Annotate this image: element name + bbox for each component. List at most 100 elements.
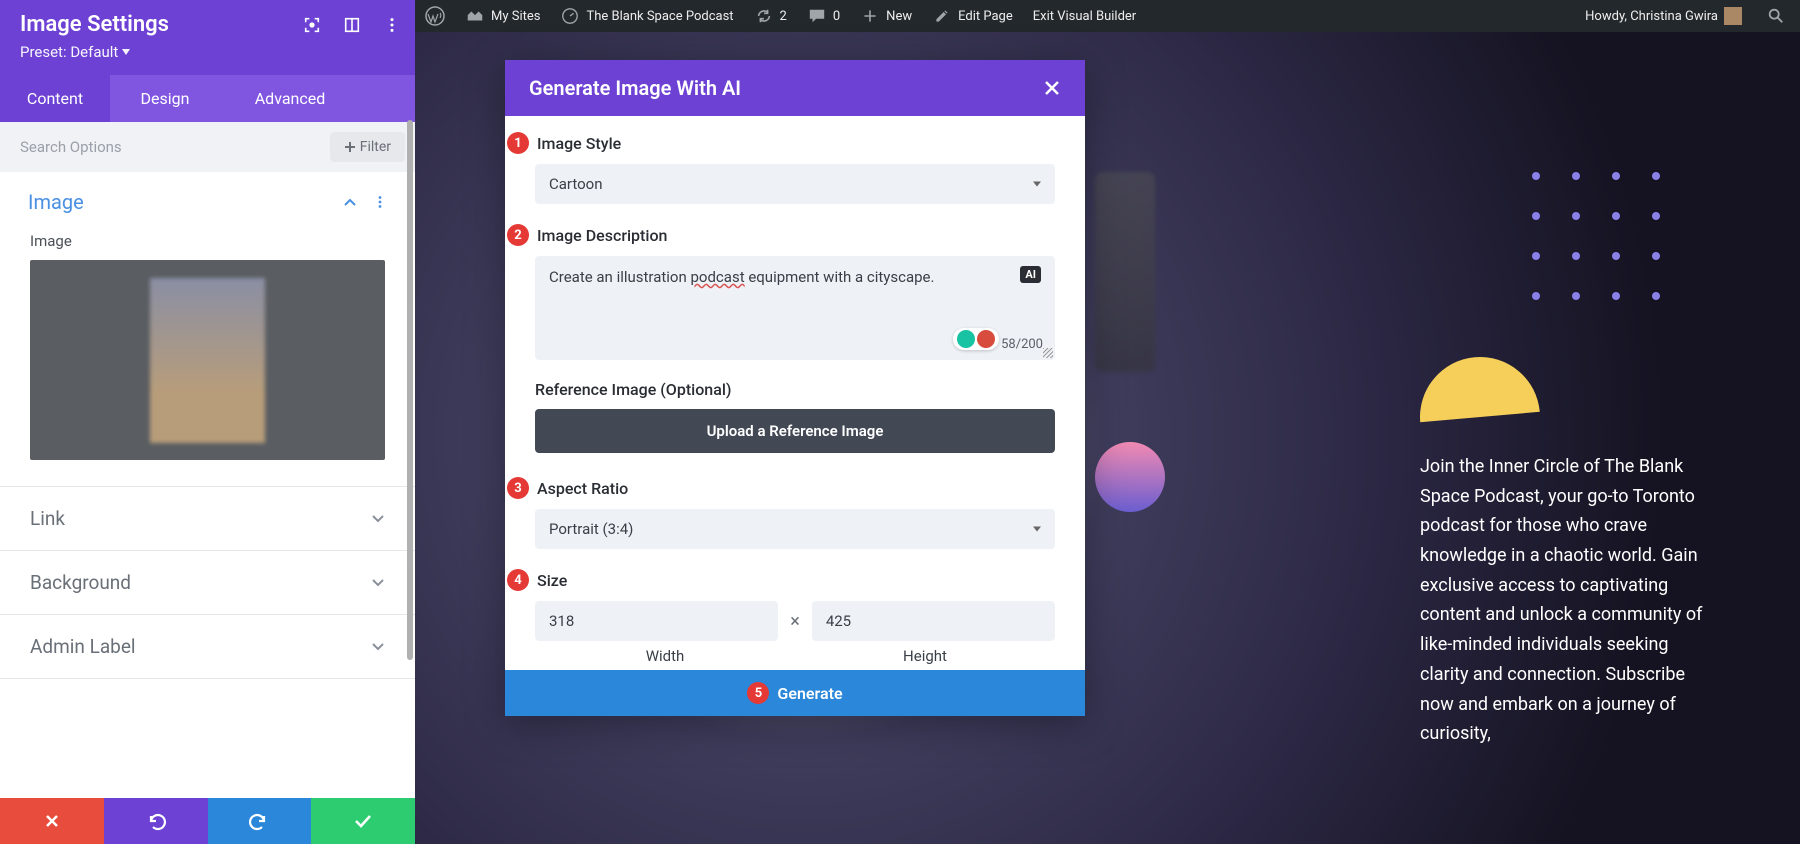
close-icon	[43, 812, 61, 830]
tab-advanced[interactable]: Advanced	[220, 75, 360, 122]
comment-icon	[807, 6, 827, 26]
filter-button[interactable]: Filter	[330, 132, 405, 162]
avatar	[1724, 7, 1742, 25]
section-tools	[343, 195, 387, 209]
char-count: 58/200	[1001, 337, 1043, 352]
chevron-down-icon	[371, 512, 385, 526]
resize-handle[interactable]	[1043, 348, 1053, 358]
step-badge-3: 3	[507, 477, 529, 499]
redo-button[interactable]	[208, 798, 312, 844]
more-icon[interactable]	[373, 195, 387, 209]
comments-count: 0	[833, 9, 840, 24]
step-badge-5: 5	[747, 682, 769, 704]
reference-image-label: Reference Image (Optional)	[535, 380, 1055, 399]
upload-reference-button[interactable]: Upload a Reference Image	[535, 409, 1055, 453]
expand-panel-icon[interactable]	[343, 16, 361, 34]
step-3-row: 3 Aspect Ratio	[507, 477, 1055, 499]
image-field-label: Image	[0, 228, 415, 260]
updates-menu[interactable]: 2	[744, 0, 797, 32]
step-2-row: 2 Image Description	[507, 224, 1055, 246]
image-preview[interactable]	[30, 260, 385, 460]
panel-tabs: Content Design Advanced	[0, 75, 415, 122]
width-sublabel: Width	[535, 647, 795, 665]
updates-count: 2	[780, 9, 787, 24]
chevron-down-icon	[371, 640, 385, 654]
my-sites-label: My Sites	[491, 9, 540, 24]
redo-icon	[249, 811, 269, 831]
houses-icon	[465, 6, 485, 26]
comments-menu[interactable]: 0	[797, 0, 850, 32]
chevron-up-icon[interactable]	[343, 195, 357, 209]
size-inputs: ×	[535, 601, 1055, 641]
admin-bar-right: Howdy, Christina Gwira	[1575, 0, 1800, 32]
bg-microphone-image	[1095, 172, 1155, 372]
my-sites-menu[interactable]: My Sites	[455, 0, 550, 32]
step-badge-4: 4	[507, 569, 529, 591]
image-settings-panel: Image Settings Preset: Default Content D…	[0, 0, 415, 844]
tab-content[interactable]: Content	[0, 75, 110, 122]
panel-title: Image Settings	[20, 12, 169, 37]
tab-design[interactable]: Design	[110, 75, 220, 122]
aspect-ratio-label: Aspect Ratio	[537, 479, 628, 498]
accordion-link[interactable]: Link	[0, 486, 415, 550]
focus-icon[interactable]	[303, 16, 321, 34]
height-input[interactable]	[812, 601, 1055, 641]
width-input[interactable]	[535, 601, 778, 641]
step-4-row: 4 Size	[507, 569, 1055, 591]
thumbs-down-icon	[977, 330, 995, 348]
site-name-menu[interactable]: The Blank Space Podcast	[550, 0, 743, 32]
step-badge-2: 2	[507, 224, 529, 246]
search-toggle[interactable]	[1760, 0, 1792, 32]
size-label: Size	[537, 571, 567, 590]
decorative-dot-grid	[1532, 172, 1660, 300]
step-badge-1: 1	[507, 132, 529, 154]
check-icon	[353, 811, 373, 831]
grammar-widget[interactable]	[953, 328, 999, 350]
modal-title: Generate Image With AI	[529, 76, 741, 100]
description-wrapper: Create an illustration podcast equipment…	[535, 256, 1055, 360]
wp-logo-menu[interactable]	[415, 0, 455, 32]
save-button[interactable]	[311, 798, 415, 844]
image-style-select[interactable]: Cartoon	[535, 164, 1055, 204]
account-menu[interactable]: Howdy, Christina Gwira	[1575, 0, 1752, 32]
exit-vb-menu[interactable]: Exit Visual Builder	[1023, 0, 1146, 32]
generate-button[interactable]: 5 Generate	[505, 670, 1085, 716]
size-sublabels: Width Height	[535, 647, 1055, 665]
panel-scrollbar[interactable]	[407, 120, 413, 660]
modal-close-button[interactable]	[1043, 79, 1061, 97]
accordion-admin-label-label: Admin Label	[30, 635, 136, 658]
page-body-text: Join the Inner Circle of The Blank Space…	[1420, 452, 1710, 749]
cancel-button[interactable]	[0, 798, 104, 844]
search-options-input[interactable]	[10, 130, 330, 164]
step-1-row: 1 Image Style	[507, 132, 1055, 154]
undo-button[interactable]	[104, 798, 208, 844]
modal-header: Generate Image With AI	[505, 60, 1085, 116]
refresh-icon	[754, 6, 774, 26]
aspect-ratio-select[interactable]: Portrait (3:4)	[535, 509, 1055, 549]
image-thumbnail	[150, 278, 265, 443]
modal-body: 1 Image Style Cartoon 2 Image Descriptio…	[505, 116, 1085, 670]
accordion-background[interactable]: Background	[0, 550, 415, 614]
chevron-down-icon	[371, 576, 385, 590]
howdy-label: Howdy, Christina Gwira	[1585, 9, 1718, 24]
thumbs-up-icon	[957, 330, 975, 348]
preset-dropdown[interactable]: Preset: Default	[20, 43, 130, 61]
more-icon[interactable]	[383, 16, 401, 34]
plus-icon	[344, 141, 356, 153]
site-name-label: The Blank Space Podcast	[586, 9, 733, 24]
new-menu[interactable]: New	[850, 0, 922, 32]
section-image-header[interactable]: Image	[0, 172, 415, 228]
edit-page-label: Edit Page	[958, 9, 1013, 24]
panel-header-actions	[303, 16, 401, 34]
pencil-icon	[932, 6, 952, 26]
preset-label: Preset: Default	[20, 43, 118, 61]
new-label: New	[886, 9, 912, 24]
panel-footer-actions	[0, 798, 415, 844]
panel-header: Image Settings Preset: Default	[0, 0, 415, 75]
image-style-label: Image Style	[537, 134, 621, 153]
accordion-admin-label[interactable]: Admin Label	[0, 614, 415, 678]
ai-badge[interactable]: AI	[1020, 266, 1041, 283]
admin-bar-left: My Sites The Blank Space Podcast 2 0 New	[415, 0, 1146, 32]
accordion-background-label: Background	[30, 571, 131, 594]
edit-page-menu[interactable]: Edit Page	[922, 0, 1023, 32]
